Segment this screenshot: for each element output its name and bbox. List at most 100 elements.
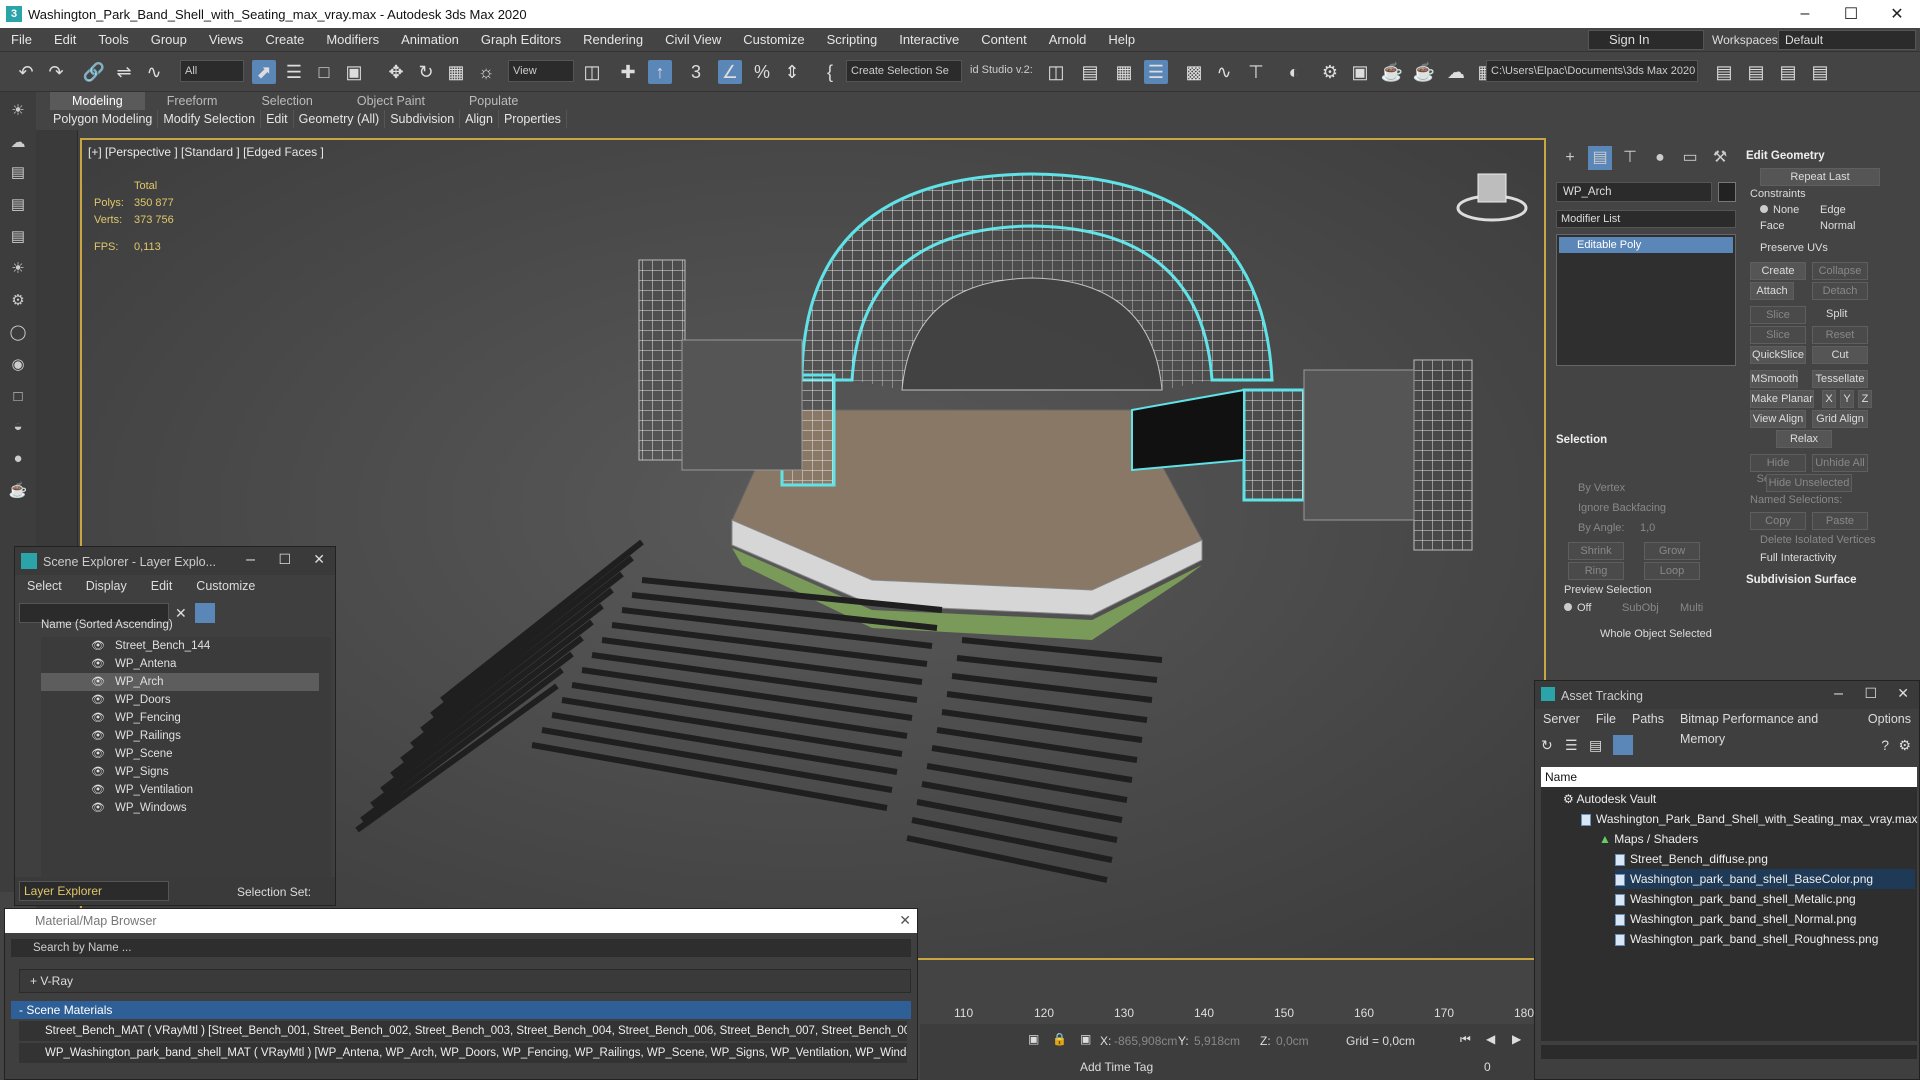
visibility-icon[interactable]: 👁	[91, 691, 105, 709]
preview-off-radio[interactable]: Off	[1564, 602, 1591, 614]
material-row[interactable]: WP_Washington_park_band_shell_MAT ( VRay…	[19, 1043, 907, 1063]
play-icon[interactable]: ▶	[1512, 1032, 1521, 1046]
grid-align-button[interactable]: Grid Align	[1812, 410, 1868, 428]
scale-icon[interactable]: ▦	[444, 60, 468, 84]
layout-icon-2[interactable]: ▤	[6, 194, 30, 216]
tab-freeform[interactable]: Freeform	[145, 92, 240, 110]
collapse-button[interactable]: Collapse	[1812, 262, 1868, 280]
panel-edit[interactable]: Edit	[261, 110, 294, 128]
grow-button[interactable]: Grow	[1644, 542, 1700, 560]
named-selection-dropdown[interactable]: Create Selection Se	[846, 60, 962, 82]
copy-button[interactable]: Copy	[1750, 512, 1806, 530]
previous-frame-icon[interactable]: ◀	[1486, 1032, 1495, 1046]
menu-create[interactable]: Create	[254, 32, 315, 47]
minimize-icon[interactable]: –	[246, 551, 255, 569]
reset-plane-button[interactable]: Reset Plane	[1812, 326, 1868, 357]
by-angle-checkbox[interactable]: By Angle:	[1578, 522, 1624, 534]
x-coordinate-field[interactable]: -865,908cm	[1114, 1034, 1177, 1048]
menu-arnold[interactable]: Arnold	[1038, 32, 1098, 47]
preserve-uvs-checkbox[interactable]: Preserve UVs	[1760, 242, 1828, 254]
project-create-icon[interactable]: ▤	[1744, 60, 1768, 84]
schematic-view-icon[interactable]: ⊤	[1244, 60, 1268, 84]
window-crossing-icon[interactable]: ▣	[342, 60, 366, 84]
planar-y-button[interactable]: Y	[1840, 390, 1854, 408]
angle-spinner[interactable]: 1,0	[1640, 522, 1655, 534]
menu-scripting[interactable]: Scripting	[816, 32, 889, 47]
tab-selection[interactable]: Selection	[239, 92, 334, 110]
list-view-icon[interactable]: ☰	[1565, 737, 1578, 754]
vray-group-header[interactable]: + V-Ray	[19, 969, 911, 993]
paste-button[interactable]: Paste	[1812, 512, 1868, 530]
motion-tab-icon[interactable]: ●	[1648, 146, 1672, 170]
repeat-last-button[interactable]: Repeat Last	[1760, 168, 1880, 186]
edit-named-sets-icon[interactable]: {	[818, 60, 842, 84]
add-time-tag[interactable]: Add Time Tag	[1080, 1060, 1153, 1074]
maximize-icon[interactable]: ☐	[1864, 685, 1877, 702]
frame-icon[interactable]: □	[6, 386, 30, 408]
selection-filter-dropdown[interactable]: All	[180, 60, 244, 82]
list-item[interactable]: 👁 WP_Signs	[41, 763, 319, 781]
ring-button[interactable]: Ring	[1568, 562, 1624, 580]
table-view-icon[interactable]	[1613, 735, 1633, 755]
menu-help[interactable]: Help	[1097, 32, 1146, 47]
render-cloud-icon[interactable]: ☁	[1444, 60, 1468, 84]
preview-multi-radio[interactable]: Multi	[1680, 602, 1703, 614]
goto-start-icon[interactable]: ⏮	[1460, 1032, 1471, 1047]
tree-item-map-selected[interactable]: Washington_park_band_shell_BaseColor.png	[1615, 869, 1915, 889]
slice-button[interactable]: Slice	[1750, 326, 1806, 344]
make-planar-button[interactable]: Make Planar	[1750, 390, 1814, 408]
split-checkbox[interactable]: Split	[1826, 308, 1847, 320]
tab-populate[interactable]: Populate	[447, 92, 540, 110]
name-column-header[interactable]: Name (Sorted Ascending)	[41, 619, 321, 631]
panel-properties[interactable]: Properties	[499, 110, 567, 128]
modify-tab-icon[interactable]: ▤	[1588, 146, 1612, 170]
panel-polygon-modeling[interactable]: Polygon Modeling	[48, 110, 159, 128]
material-search-field[interactable]: Search by Name ...	[11, 939, 911, 957]
at-menu-bitmap[interactable]: Bitmap Performance and Memory	[1672, 709, 1860, 746]
maximize-icon[interactable]: ☐	[278, 551, 291, 568]
at-menu-file[interactable]: File	[1588, 709, 1624, 729]
at-menu-paths[interactable]: Paths	[1624, 709, 1672, 729]
planar-z-button[interactable]: Z	[1858, 390, 1872, 408]
relax-button[interactable]: Relax	[1776, 430, 1832, 448]
material-editor-icon[interactable]: ◐	[1282, 60, 1306, 84]
menu-modifiers[interactable]: Modifiers	[315, 32, 390, 47]
undo-icon[interactable]: ↶	[14, 60, 38, 84]
list-item[interactable]: 👁 WP_Railings	[41, 727, 319, 745]
constraint-none-radio[interactable]: None	[1760, 204, 1799, 216]
visibility-icon[interactable]: 👁	[91, 637, 105, 655]
visibility-icon[interactable]: 👁	[91, 799, 105, 817]
attach-button[interactable]: Attach	[1750, 282, 1794, 300]
help-icon[interactable]: ?	[1881, 737, 1889, 753]
list-item[interactable]: 👁 WP_Doors	[41, 691, 319, 709]
scene-explorer-icon[interactable]: ▦	[1112, 60, 1136, 84]
object-name-field[interactable]: WP_Arch	[1556, 182, 1712, 202]
tab-modeling[interactable]: Modeling	[50, 92, 145, 110]
loop-button[interactable]: Loop	[1644, 562, 1700, 580]
constraint-normal-radio[interactable]: Normal	[1820, 220, 1855, 232]
menu-edit[interactable]: Edit	[43, 32, 87, 47]
msmooth-button[interactable]: MSmooth	[1750, 370, 1798, 388]
light-icon[interactable]: ☀	[6, 258, 30, 280]
close-icon[interactable]: ✕	[1874, 4, 1920, 24]
unhide-all-button[interactable]: Unhide All	[1812, 454, 1868, 472]
tessellate-button[interactable]: Tessellate	[1812, 370, 1868, 388]
constraint-edge-radio[interactable]: Edge	[1820, 204, 1846, 216]
scene-materials-header[interactable]: - Scene Materials	[11, 1001, 911, 1019]
sphere-icon[interactable]: ●	[6, 448, 30, 470]
link-icon[interactable]: 🔗	[82, 60, 106, 84]
keyboard-shortcut-override-icon[interactable]: ↑	[648, 60, 672, 84]
menu-file[interactable]: File	[0, 32, 43, 47]
maximize-icon[interactable]: ☐	[1828, 4, 1874, 24]
list-item[interactable]: 👁 WP_Antena	[41, 655, 319, 673]
spinner-snap-icon[interactable]: ⇕	[780, 60, 804, 84]
project-settings-icon[interactable]: ▤	[1808, 60, 1832, 84]
material-row[interactable]: Street_Bench_MAT ( VRayMtl ) [Street_Ben…	[19, 1021, 907, 1041]
unlink-icon[interactable]: ⇌	[112, 60, 136, 84]
tree-item-maps[interactable]: ▲ Maps / Shaders	[1599, 829, 1698, 849]
modifier-icon[interactable]: ⚙	[6, 290, 30, 312]
lock-icon[interactable]: 🔒	[1052, 1032, 1067, 1046]
visibility-icon[interactable]: 👁	[91, 673, 105, 691]
hierarchy-tab-icon[interactable]: ⊤	[1618, 146, 1642, 170]
panel-geometry-all[interactable]: Geometry (All)	[294, 110, 386, 128]
